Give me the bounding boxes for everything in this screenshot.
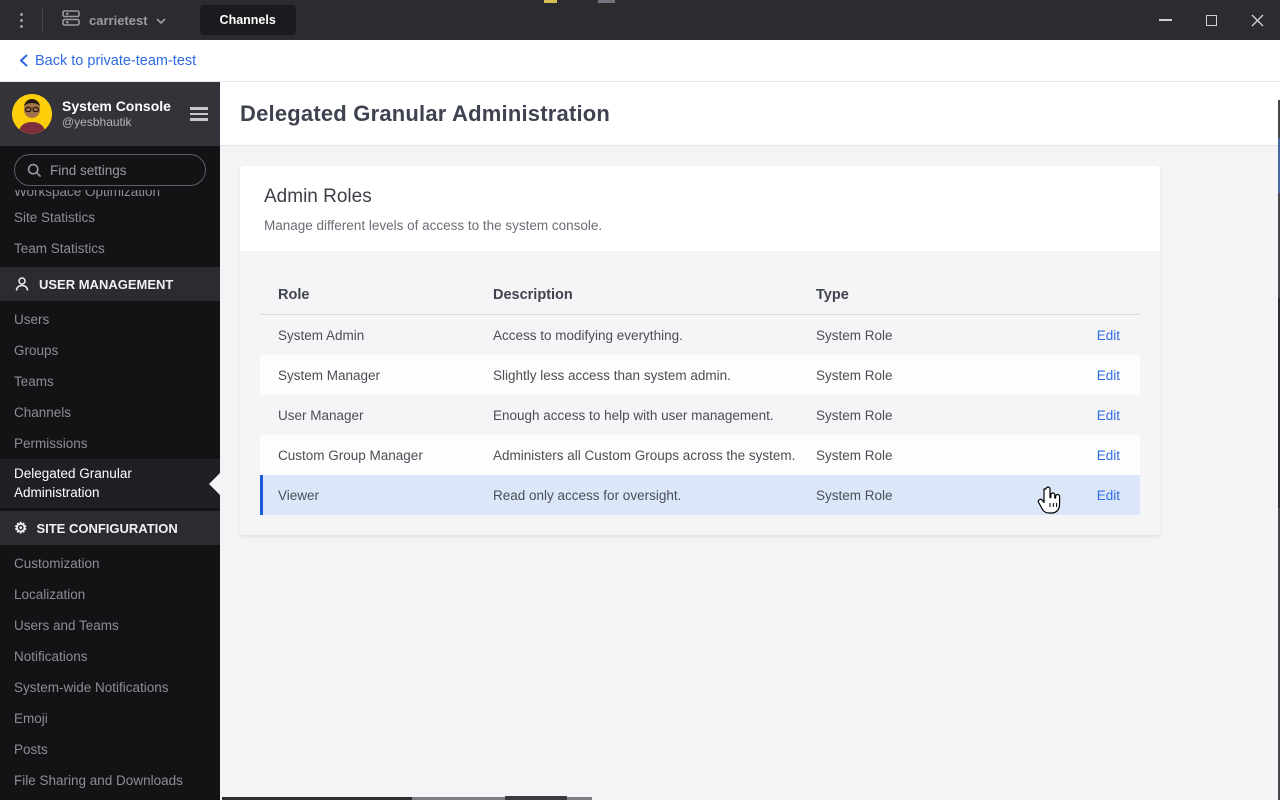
edit-link[interactable]: Edit (1097, 408, 1120, 423)
type-cell: System Role (816, 487, 893, 503)
maximize-icon (1205, 14, 1217, 26)
description-cell: Read only access for oversight. (493, 487, 682, 503)
maximize-button[interactable] (1188, 0, 1234, 40)
console-username: @yesbhautik (62, 115, 132, 130)
sidebar-item-emoji[interactable]: Emoji (0, 703, 220, 734)
chevron-left-icon (20, 54, 28, 67)
card-header: Admin Roles Manage different levels of a… (240, 166, 1160, 251)
edit-link[interactable]: Edit (1097, 488, 1120, 503)
description-cell: Slightly less access than system admin. (493, 367, 731, 383)
avatar[interactable] (12, 94, 52, 134)
screen-edge-artifact (544, 0, 557, 3)
edit-link[interactable]: Edit (1097, 448, 1120, 463)
type-cell: System Role (816, 367, 893, 383)
chevron-down-icon (155, 11, 166, 29)
sidebar-item-localization[interactable]: Localization (0, 579, 220, 610)
find-settings-searchbox[interactable] (14, 154, 206, 186)
tab-channels[interactable]: Channels (199, 5, 296, 35)
table-row-viewer[interactable]: Viewer Read only access for oversight. S… (260, 475, 1140, 515)
page-title: Delegated Granular Administration (240, 100, 611, 126)
sidebar-item-site-statistics[interactable]: Site Statistics (0, 202, 220, 233)
role-cell: User Manager (278, 407, 364, 423)
column-header-description: Description (493, 286, 573, 303)
roles-table: Role Description Type System Admin Acces… (240, 251, 1160, 535)
sidebar-section-site-configuration[interactable]: ⚙ SITE CONFIGURATION (0, 511, 220, 545)
sidebar-item-users[interactable]: Users (0, 304, 220, 335)
sidebar-nav: Workspace Optimization Site Statistics T… (0, 188, 220, 800)
sidebar-item-team-statistics[interactable]: Team Statistics (0, 233, 220, 264)
sidebar-item-notifications[interactable]: Notifications (0, 641, 220, 672)
window-titlebar: carrietest Channels (0, 0, 1280, 40)
table-row-system-admin: System Admin Access to modifying everyth… (260, 315, 1140, 355)
search-icon (27, 163, 42, 177)
role-cell: Viewer (278, 487, 320, 503)
sidebar-item-workspace-optimization[interactable]: Workspace Optimization (0, 190, 220, 202)
back-to-team-link[interactable]: Back to private-team-test (20, 53, 196, 69)
selected-item-caret (209, 472, 220, 495)
back-navigation-bar: Back to private-team-test (0, 40, 1280, 82)
hamburger-menu-icon[interactable] (190, 107, 208, 121)
admin-roles-card: Admin Roles Manage different levels of a… (240, 166, 1160, 535)
description-cell: Administers all Custom Groups across the… (493, 447, 796, 463)
type-cell: System Role (816, 407, 893, 423)
type-cell: System Role (816, 447, 893, 463)
column-header-type: Type (816, 286, 849, 303)
table-row-custom-group-manager: Custom Group Manager Administers all Cus… (260, 435, 1140, 475)
sidebar-item-channels[interactable]: Channels (0, 397, 220, 428)
server-name: carrietest (89, 12, 148, 28)
server-switcher-button[interactable]: carrietest (61, 9, 166, 32)
sidebar-item-customization[interactable]: Customization (0, 548, 220, 579)
sidebar-item-delegated-granular-administration[interactable]: Delegated Granular Administration (0, 459, 220, 508)
main-panel: Delegated Granular Administration Admin … (220, 82, 1280, 800)
server-icon (61, 9, 81, 32)
role-cell: System Admin (278, 327, 365, 343)
card-title: Admin Roles (264, 186, 372, 207)
titlebar-divider (42, 7, 43, 33)
sidebar-header: System Console @yesbhautik (0, 82, 220, 146)
role-cell: Custom Group Manager (278, 447, 423, 463)
user-management-icon (15, 277, 29, 291)
type-cell: System Role (816, 327, 893, 343)
sidebar-item-file-sharing-and-downloads[interactable]: File Sharing and Downloads (0, 765, 220, 796)
description-cell: Enough access to help with user manageme… (493, 407, 774, 423)
back-link-label: Back to private-team-test (35, 52, 197, 69)
minimize-icon (1158, 19, 1172, 21)
description-cell: Access to modifying everything. (493, 327, 683, 343)
sidebar-item-posts[interactable]: Posts (0, 734, 220, 765)
main-header: Delegated Granular Administration (220, 82, 1280, 146)
sidebar-item-permissions[interactable]: Permissions (0, 428, 220, 459)
app-menu-kebab-icon[interactable] (0, 12, 42, 28)
close-icon (1251, 14, 1263, 26)
sidebar-item-system-wide-notifications[interactable]: System-wide Notifications (0, 672, 220, 703)
table-header-row: Role Description Type (260, 275, 1140, 315)
edit-link[interactable]: Edit (1097, 368, 1120, 383)
main-content: Admin Roles Manage different levels of a… (220, 146, 1280, 800)
screen-edge-artifact (598, 0, 615, 3)
card-subtitle: Manage different levels of access to the… (264, 218, 603, 233)
column-header-role: Role (278, 286, 310, 303)
sidebar-item-teams[interactable]: Teams (0, 366, 220, 397)
edit-link[interactable]: Edit (1097, 328, 1120, 343)
sidebar-item-groups[interactable]: Groups (0, 335, 220, 366)
role-cell: System Manager (278, 367, 381, 383)
table-row-user-manager: User Manager Enough access to help with … (260, 395, 1140, 435)
search-input[interactable] (50, 162, 190, 178)
system-console-sidebar: System Console @yesbhautik Workspace Opt… (0, 82, 220, 800)
minimize-button[interactable] (1142, 0, 1188, 40)
sidebar-section-user-management[interactable]: USER MANAGEMENT (0, 267, 220, 301)
sidebar-item-users-and-teams[interactable]: Users and Teams (0, 610, 220, 641)
gear-icon: ⚙ (14, 519, 28, 537)
screen-edge-artifact (505, 796, 567, 800)
table-row-system-manager: System Manager Slightly less access than… (260, 355, 1140, 395)
console-title: System Console (62, 98, 171, 115)
close-button[interactable] (1234, 0, 1280, 40)
